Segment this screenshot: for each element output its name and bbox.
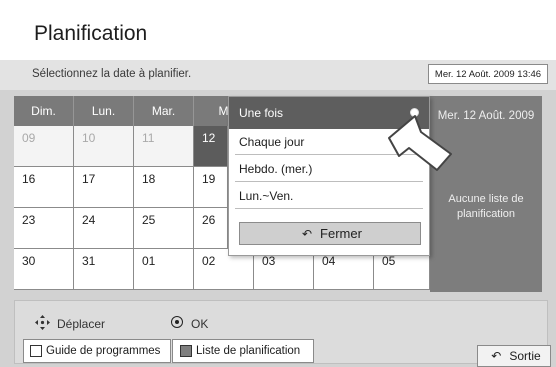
weekday-header: Dim. [14,96,74,126]
calendar-day[interactable]: 24 [74,208,134,249]
checkbox-icon [30,345,42,357]
exit-button[interactable]: ↶ Sortie [477,345,551,367]
exit-label: Sortie [509,349,541,363]
current-datetime: Mer. 12 Août. 2009 13:46 [428,64,548,84]
tab-label: Liste de planification [196,345,301,357]
checkbox-filled-icon [180,345,192,357]
footer-bar: Déplacer OK Guide de programmes Liste de… [14,300,551,367]
empty-schedule-text: Aucune liste de planification [448,193,524,220]
ok-hint: OK [191,317,209,331]
calendar-day[interactable]: 17 [74,167,134,208]
move-icon [35,315,50,330]
calendar-day[interactable]: 31 [74,249,134,290]
ok-radio-icon [171,316,183,328]
weekday-header: Lun. [74,96,134,126]
header-bar: Planification [0,0,556,60]
calendar-day[interactable]: 25 [134,208,194,249]
calendar-day[interactable]: 10 [74,126,134,167]
calendar-day[interactable]: 30 [14,249,74,290]
schedule-screen: Planification Sélectionnez la date à pla… [0,0,556,367]
tab-program-guide[interactable]: Guide de programmes [23,339,171,363]
calendar-day[interactable]: 18 [134,167,194,208]
weekday-header: Mar. [134,96,194,126]
close-button[interactable]: ↶ Fermer [239,222,421,245]
calendar-day[interactable]: 26 [194,208,228,249]
instruction-bar: Sélectionnez la date à planifier. Mer. 1… [0,60,556,90]
back-arrow-icon: ↶ [491,349,502,363]
instruction-text: Sélectionnez la date à planifier. [32,68,192,80]
calendar-day[interactable]: 09 [14,126,74,167]
calendar-day[interactable]: 23 [14,208,74,249]
calendar-day-selected[interactable]: 12 [194,126,228,167]
back-arrow-icon: ↶ [302,227,313,241]
option-label: Une fois [239,106,284,120]
calendar-day[interactable]: 19 [194,167,228,208]
calendar-day[interactable]: 01 [134,249,194,290]
calendar-day[interactable]: 16 [14,167,74,208]
close-label: Fermer [320,226,362,241]
pointer-cursor-icon [388,115,452,171]
calendar-day[interactable]: 11 [134,126,194,167]
page-title: Planification [34,22,148,45]
tab-schedule-list[interactable]: Liste de planification [172,339,314,363]
tab-label: Guide de programmes [46,345,161,357]
move-hint: Déplacer [57,317,106,331]
